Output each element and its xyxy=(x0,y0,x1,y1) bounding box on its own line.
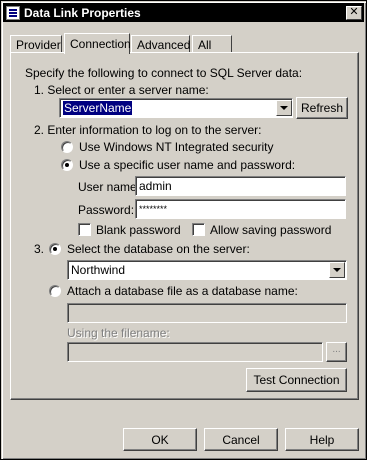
dialog-window: Data Link Properties ✕ Provider Connecti… xyxy=(0,0,367,460)
data-link-icon xyxy=(6,5,20,20)
help-button[interactable]: Help xyxy=(285,428,359,451)
step2-label: 2. Enter information to log on to the se… xyxy=(34,123,262,137)
close-button[interactable]: ✕ xyxy=(346,5,362,20)
radio-select-db-label: Select the database on the server: xyxy=(67,242,250,256)
database-select[interactable]: Northwind xyxy=(67,260,347,280)
server-name-value: ServerName xyxy=(63,101,133,115)
username-input[interactable]: admin xyxy=(135,176,346,196)
tab-provider[interactable]: Provider xyxy=(10,35,62,53)
allow-saving-label: Allow saving password xyxy=(210,223,332,237)
step3-number: 3. xyxy=(34,242,45,256)
cancel-button[interactable]: Cancel xyxy=(204,428,278,451)
test-connection-button[interactable]: Test Connection xyxy=(246,368,347,392)
username-label: User name: xyxy=(78,180,141,194)
title-bar[interactable]: Data Link Properties ✕ xyxy=(3,3,364,22)
server-dropdown-button[interactable] xyxy=(276,100,292,116)
ok-button[interactable]: OK xyxy=(123,428,197,451)
password-label: Password: xyxy=(78,203,135,217)
using-filename-label: Using the filename: xyxy=(67,326,170,340)
blank-password-checkbox[interactable] xyxy=(78,223,91,236)
radio-nt-security-label: Use Windows NT Integrated security xyxy=(79,140,274,154)
chevron-down-icon xyxy=(333,268,341,272)
radio-select-db[interactable] xyxy=(49,243,61,255)
chevron-down-icon xyxy=(280,106,288,110)
tab-advanced[interactable]: Advanced xyxy=(131,35,190,53)
intro-text: Specify the following to connect to SQL … xyxy=(25,66,303,80)
window-title: Data Link Properties xyxy=(24,5,141,20)
refresh-button[interactable]: Refresh xyxy=(296,97,348,119)
connection-panel: Specify the following to connect to SQL … xyxy=(10,52,359,400)
server-name-combo[interactable]: ServerName xyxy=(59,98,293,118)
radio-specific-user[interactable] xyxy=(61,159,73,171)
blank-password-label: Blank password xyxy=(96,223,181,237)
attach-db-input[interactable] xyxy=(67,303,347,323)
allow-saving-checkbox[interactable] xyxy=(192,223,205,236)
filename-input[interactable] xyxy=(67,342,323,362)
database-dropdown-button[interactable] xyxy=(329,262,345,278)
radio-specific-user-label: Use a specific user name and password: xyxy=(79,158,296,172)
radio-attach-db-label: Attach a database file as a database nam… xyxy=(67,284,298,298)
tab-all[interactable]: All xyxy=(192,35,232,53)
password-input[interactable]: ******** xyxy=(135,199,346,219)
browse-button[interactable]: ... xyxy=(326,342,347,362)
radio-attach-db[interactable] xyxy=(49,285,61,297)
radio-nt-security[interactable] xyxy=(61,141,73,153)
tab-connection[interactable]: Connection xyxy=(64,33,131,54)
step1-label: 1. Select or enter a server name: xyxy=(34,83,209,97)
